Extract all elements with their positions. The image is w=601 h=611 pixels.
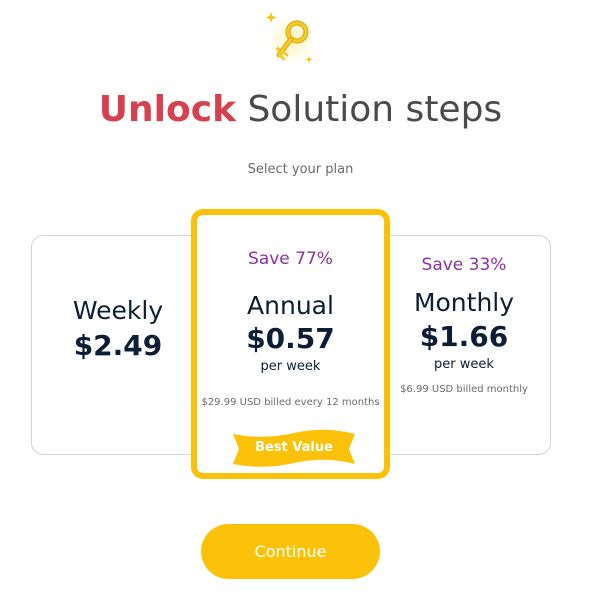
page-title: Unlock Solution steps — [0, 84, 601, 136]
best-value-label: Best Value — [255, 440, 333, 455]
plan-monthly-name: Monthly — [413, 288, 515, 317]
continue-button[interactable]: Continue — [201, 524, 380, 579]
plan-weekly-card[interactable]: Weekly $2.49 — [32, 236, 204, 452]
best-value-badge: Best Value — [231, 428, 357, 470]
plan-annual-save: Save 77% — [248, 249, 333, 269]
title-highlight: Unlock — [98, 89, 237, 130]
plan-weekly-price: $2.49 — [73, 329, 163, 362]
subtitle: Select your plan — [247, 162, 354, 177]
plan-weekly-name: Weekly — [72, 296, 164, 325]
plan-annual-name: Annual — [247, 291, 334, 320]
title-rest: Solution steps — [236, 89, 503, 130]
plan-monthly-save: Save 33% — [421, 255, 507, 275]
plan-annual-per: per week — [260, 359, 321, 374]
plan-annual-price: $0.57 — [246, 322, 335, 355]
plan-monthly-billed: $6.99 USD billed monthly — [400, 384, 528, 395]
plan-annual-card[interactable]: Save 77% Annual $0.57 per week $29.99 US… — [191, 209, 390, 479]
key-icon — [262, 8, 320, 70]
plan-monthly-price: $1.66 — [419, 320, 509, 353]
plan-annual-billed: $29.99 USD billed every 12 months — [201, 397, 380, 408]
plan-monthly-card[interactable]: Save 33% Monthly $1.66 per week $6.99 US… — [380, 236, 548, 452]
plan-monthly-per: per week — [434, 357, 494, 372]
